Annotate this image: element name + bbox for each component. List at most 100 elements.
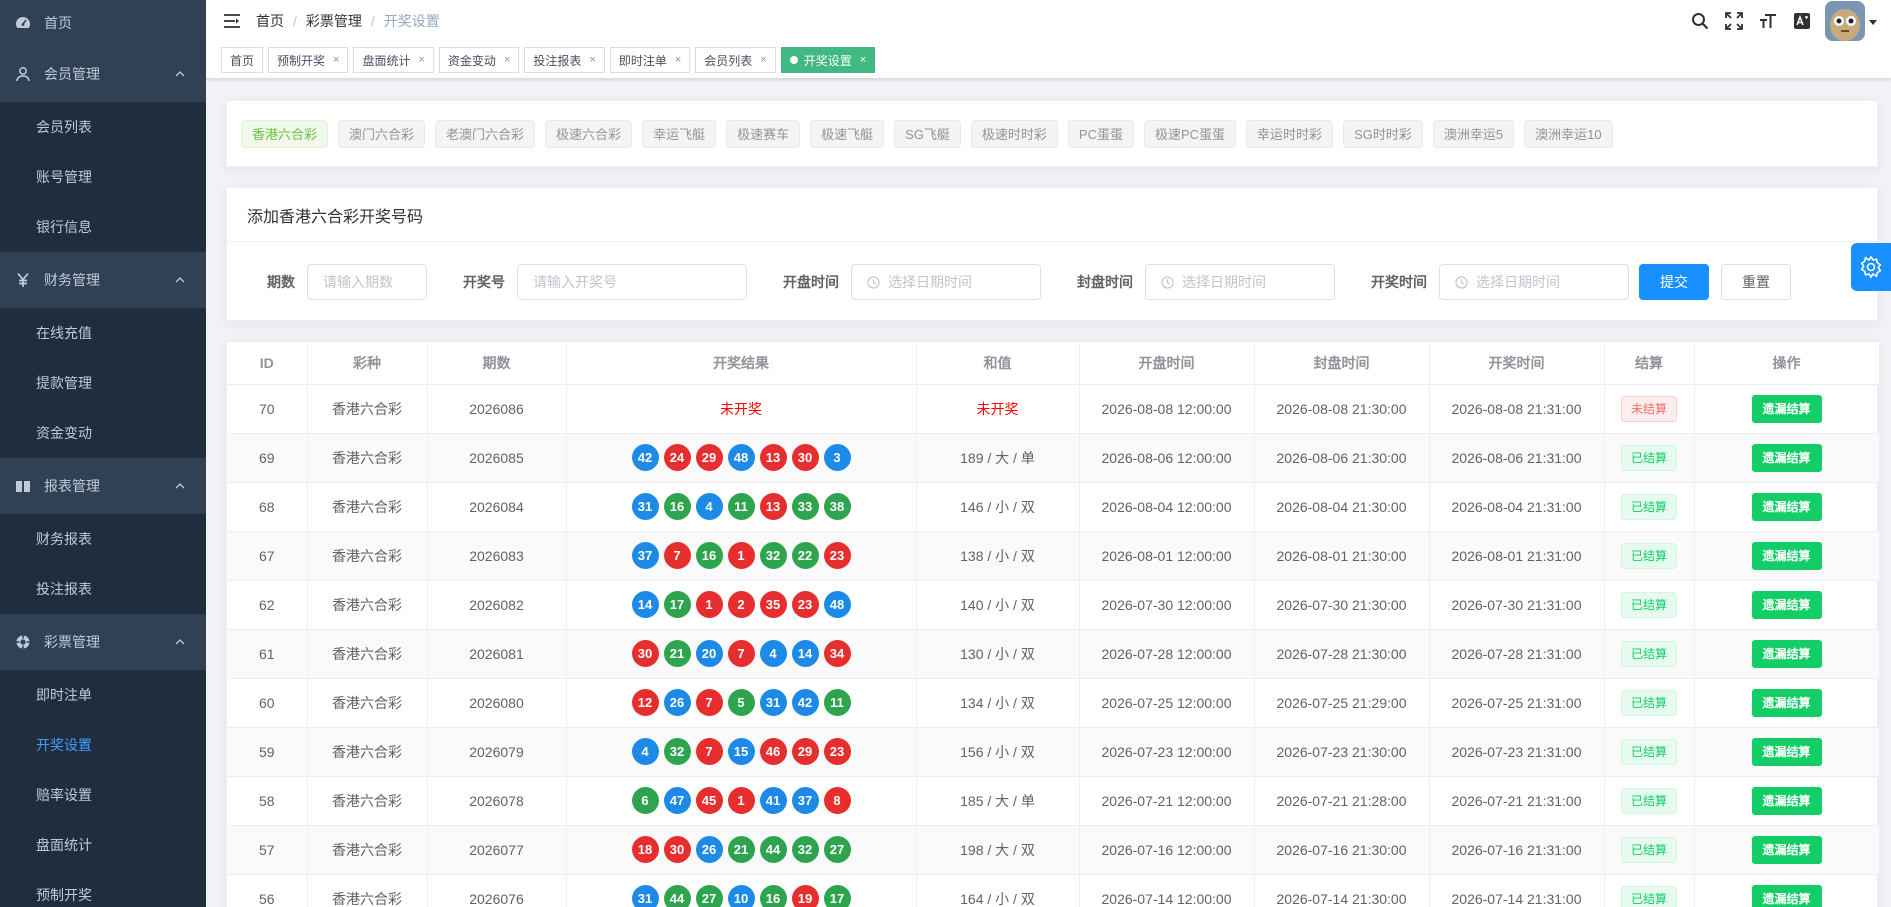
breadcrumb-item[interactable]: 彩票管理 bbox=[306, 11, 362, 31]
missed-settlement-button[interactable]: 遗漏结算 bbox=[1751, 639, 1822, 668]
lottery-tag-12[interactable]: SG时时彩 bbox=[1343, 119, 1423, 148]
close-icon[interactable]: × bbox=[589, 54, 595, 66]
sidebar-group-report[interactable]: 报表管理 bbox=[0, 458, 206, 514]
table-row: 56 香港六合彩 2026076 31 44 27 10 16 19 17 164 / 小 / 双2… bbox=[227, 874, 1880, 907]
lottery-tag-10[interactable]: 极速PC蛋蛋 bbox=[1143, 119, 1237, 148]
tag-2[interactable]: 盘面统计 × bbox=[353, 47, 434, 73]
tag-1[interactable]: 预制开奖 × bbox=[268, 47, 349, 73]
sidebar-item-board-stats[interactable]: 盘面统计 bbox=[0, 820, 206, 870]
sidebar-item-home[interactable]: 首页 bbox=[0, 0, 206, 46]
missed-settlement-button[interactable]: 遗漏结算 bbox=[1751, 835, 1822, 864]
date-placeholder: 选择日期时间 bbox=[1476, 274, 1560, 290]
settings-gear-icon[interactable] bbox=[1851, 243, 1891, 291]
report-icon bbox=[14, 477, 32, 495]
draw-time-picker[interactable]: 选择日期时间 bbox=[1439, 264, 1629, 300]
tag-5[interactable]: 即时注单 × bbox=[609, 47, 691, 73]
sidebar-group-lottery[interactable]: 彩票管理 bbox=[0, 614, 206, 670]
font-size-icon[interactable] bbox=[1751, 0, 1785, 42]
fullscreen-icon[interactable] bbox=[1717, 0, 1751, 42]
cell-settlement: 已结算 bbox=[1604, 629, 1695, 679]
ball-green: 33 bbox=[791, 493, 819, 520]
close-icon[interactable]: × bbox=[675, 54, 681, 66]
missed-settlement-button[interactable]: 遗漏结算 bbox=[1751, 541, 1822, 570]
lottery-tag-1[interactable]: 澳门六合彩 bbox=[338, 119, 426, 148]
content: 香港六合彩 澳门六合彩 老澳门六合彩 极速六合彩 幸运飞艇 极速赛车 极速飞艇 SG飞艇 极速时… bbox=[226, 100, 1880, 907]
missed-settlement-button[interactable]: 遗漏结算 bbox=[1751, 443, 1822, 472]
table-row: 70 香港六合彩 2026086 未开奖 未开奖 2026-08-08 12:00:00 2… bbox=[227, 384, 1880, 434]
sidebar-item-member-list[interactable]: 会员列表 bbox=[0, 102, 206, 152]
table-row: 68 香港六合彩 2026084 31 16 4 11 13 33 38 146 / 小 / 双 20… bbox=[227, 482, 1880, 532]
tag-6[interactable]: 会员列表 × bbox=[695, 47, 776, 73]
breadcrumb-item[interactable]: 首页 bbox=[256, 11, 284, 31]
cell-settlement: 已结算 bbox=[1604, 580, 1695, 630]
lottery-tag-6[interactable]: 极速飞艇 bbox=[810, 119, 885, 148]
navbar-tools bbox=[1683, 0, 1877, 42]
missed-settlement-button[interactable]: 遗漏结算 bbox=[1751, 786, 1822, 815]
tag-0[interactable]: 首页 bbox=[221, 47, 264, 73]
lottery-tag-8[interactable]: 极速时时彩 bbox=[970, 119, 1058, 148]
sidebar-item-finance-report[interactable]: 财务报表 bbox=[0, 514, 206, 564]
caret-down-icon[interactable] bbox=[1869, 13, 1877, 29]
status-badge: 已结算 bbox=[1620, 689, 1677, 716]
lottery-tag-5[interactable]: 极速赛车 bbox=[726, 119, 801, 148]
close-icon[interactable]: × bbox=[760, 54, 766, 66]
open-time-picker[interactable]: 选择日期时间 bbox=[851, 264, 1041, 300]
sidebar-item-fund-change[interactable]: 资金变动 bbox=[0, 408, 206, 458]
cell-sum: 156 / 小 / 双 bbox=[916, 727, 1080, 777]
lottery-tag-13[interactable]: 澳洲幸运5 bbox=[1432, 119, 1515, 148]
table-row: 61 香港六合彩 2026081 30 21 20 7 4 14 34 130 / 小 / 双 202… bbox=[227, 629, 1880, 679]
sidebar-group-finance[interactable]: 财务管理 bbox=[0, 252, 206, 308]
missed-settlement-button[interactable]: 遗漏结算 bbox=[1751, 737, 1822, 766]
sidebar-item-online-recharge[interactable]: 在线充值 bbox=[0, 308, 206, 358]
sidebar-item-account[interactable]: 账号管理 bbox=[0, 152, 206, 202]
lottery-tag-11[interactable]: 幸运时时彩 bbox=[1246, 119, 1334, 148]
cell-draw-time: 2026-07-16 21:31:00 bbox=[1429, 825, 1605, 875]
missed-settlement-button[interactable]: 遗漏结算 bbox=[1751, 590, 1822, 619]
translate-icon[interactable] bbox=[1785, 0, 1819, 42]
tag-4[interactable]: 投注报表 × bbox=[524, 47, 605, 73]
draw-results-table: ID 彩种 期数 开奖结果 和值 开盘时间 封盘时间 开奖时间 结算 操作 70 香港六合彩 2026… bbox=[227, 342, 1880, 907]
missed-settlement-button[interactable]: 遗漏结算 bbox=[1751, 884, 1822, 907]
sidebar-item-bet-report[interactable]: 投注报表 bbox=[0, 564, 206, 614]
ball-blue: 20 bbox=[695, 640, 723, 667]
close-icon[interactable]: × bbox=[333, 54, 339, 66]
missed-settlement-button[interactable]: 遗漏结算 bbox=[1751, 394, 1822, 423]
lottery-tag-7[interactable]: SG飞艇 bbox=[894, 119, 961, 148]
lottery-tag-4[interactable]: 幸运飞艇 bbox=[642, 119, 717, 148]
period-input[interactable]: 请输入期数 bbox=[307, 264, 427, 300]
search-icon[interactable] bbox=[1683, 0, 1717, 42]
lottery-tag-0[interactable]: 香港六合彩 bbox=[241, 119, 329, 148]
sidebar-item-draw-settings[interactable]: 开奖设置 bbox=[0, 720, 206, 770]
cell-lottery-type: 香港六合彩 bbox=[307, 482, 428, 532]
submit-button[interactable]: 提交 bbox=[1639, 264, 1709, 300]
cell-id: 59 bbox=[227, 727, 308, 777]
sidebar-item-instant-bets[interactable]: 即时注单 bbox=[0, 670, 206, 720]
tag-3[interactable]: 资金变动 × bbox=[438, 47, 520, 73]
sidebar-item-withdraw[interactable]: 提款管理 bbox=[0, 358, 206, 408]
avatar[interactable] bbox=[1825, 1, 1865, 41]
sidebar-item-preset-draw[interactable]: 预制开奖 bbox=[0, 870, 206, 907]
close-icon[interactable]: × bbox=[418, 54, 424, 66]
ball-green: 44 bbox=[663, 885, 691, 907]
sidebar-item-bank[interactable]: 银行信息 bbox=[0, 202, 206, 252]
ball-blue: 15 bbox=[727, 738, 755, 765]
lottery-tag-3[interactable]: 极速六合彩 bbox=[545, 119, 633, 148]
close-time-picker[interactable]: 选择日期时间 bbox=[1145, 264, 1335, 300]
lottery-tag-14[interactable]: 澳洲幸运10 bbox=[1524, 119, 1613, 148]
lottery-tag-9[interactable]: PC蛋蛋 bbox=[1067, 119, 1134, 148]
sidebar-group-member[interactable]: 会员管理 bbox=[0, 46, 206, 102]
tag-7[interactable]: 开奖设置 × bbox=[780, 47, 876, 73]
ball-red: 23 bbox=[823, 542, 851, 569]
sidebar-item-odds-settings[interactable]: 赔率设置 bbox=[0, 770, 206, 820]
lottery-tag-2[interactable]: 老澳门六合彩 bbox=[435, 119, 536, 148]
cell-lottery-type: 香港六合彩 bbox=[307, 678, 428, 728]
missed-settlement-button[interactable]: 遗漏结算 bbox=[1751, 492, 1822, 521]
number-input[interactable]: 请输入开奖号 bbox=[517, 264, 747, 300]
close-icon[interactable]: × bbox=[860, 54, 866, 66]
hamburger-icon[interactable] bbox=[214, 0, 250, 42]
cell-period: 2026076 bbox=[427, 874, 567, 907]
reset-button[interactable]: 重置 bbox=[1721, 264, 1791, 300]
draw-time-label: 开奖时间 bbox=[1371, 274, 1427, 290]
close-icon[interactable]: × bbox=[504, 54, 510, 66]
missed-settlement-button[interactable]: 遗漏结算 bbox=[1751, 688, 1822, 717]
